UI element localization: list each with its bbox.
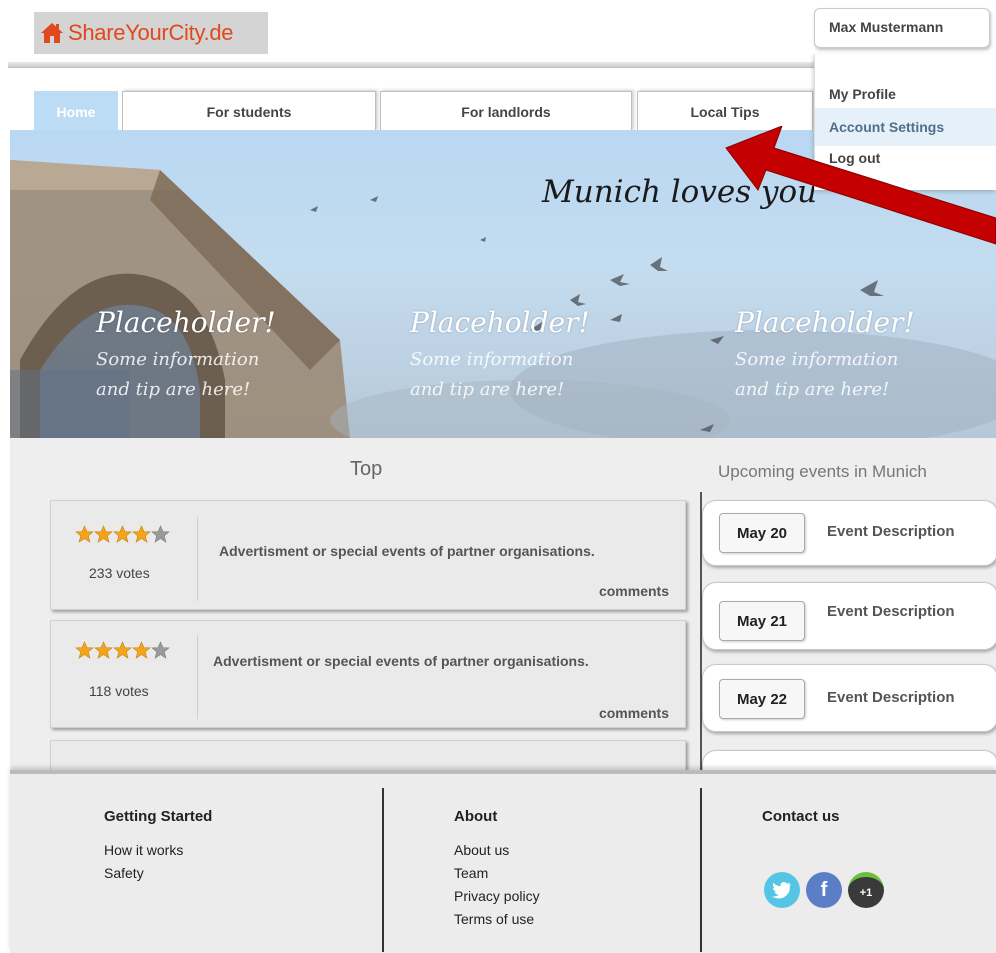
event-description: Event Description (827, 603, 955, 620)
top-card[interactable]: 233 votes Advertisment or special events… (50, 500, 686, 610)
placeholder-line-2: and tip are here! (410, 379, 565, 400)
star-filled-icon (132, 525, 151, 543)
vote-count: 118 votes (89, 683, 149, 699)
star-filled-icon (94, 641, 113, 659)
twitter-icon[interactable] (764, 872, 800, 908)
event-date: May 20 (719, 513, 805, 553)
house-icon (41, 23, 63, 43)
star-filled-icon (132, 641, 151, 659)
twitter-bird-icon (772, 882, 791, 899)
top-section-title: Top (350, 458, 383, 480)
main-content: Top Upcoming events in Munich 233 votes … (10, 438, 996, 770)
placeholder-title: Placeholder! (735, 306, 915, 339)
placeholder-title: Placeholder! (410, 306, 590, 339)
facebook-icon[interactable]: f (806, 872, 842, 908)
footer-link-terms-of-use[interactable]: Terms of use (454, 911, 534, 927)
event-date: May 21 (719, 601, 805, 641)
card-divider (197, 517, 198, 601)
footer-link-team[interactable]: Team (454, 865, 488, 881)
star-filled-icon (113, 641, 132, 659)
tab-home[interactable]: Home (34, 91, 118, 131)
star-filled-icon (75, 641, 94, 659)
footer-link-how-it-works[interactable]: How it works (104, 842, 183, 858)
placeholder-line-1: Some information (735, 349, 899, 370)
footer-contact-title: Contact us (762, 808, 840, 825)
card-text: Advertisment or special events of partne… (219, 543, 595, 559)
hero-placeholder-2: Placeholder! Some information and tip ar… (410, 306, 590, 405)
star-filled-icon (94, 525, 113, 543)
placeholder-line-1: Some information (96, 349, 260, 370)
placeholder-line-2: and tip are here! (735, 379, 890, 400)
events-section-title: Upcoming events in Munich (718, 462, 927, 481)
footer-divider (382, 788, 384, 952)
footer-link-safety[interactable]: Safety (104, 865, 144, 881)
event-item[interactable]: May 22 Event Description (702, 664, 996, 732)
red-arrow-annotation (725, 126, 996, 245)
tab-for-landlords[interactable]: For landlords (380, 91, 632, 131)
card-divider (197, 635, 198, 719)
event-item[interactable] (702, 750, 996, 770)
top-card[interactable]: 118 votes Advertisment or special events… (50, 620, 686, 728)
star-empty-icon (151, 641, 170, 659)
event-date: May 22 (719, 679, 805, 719)
star-empty-icon (151, 525, 170, 543)
tab-local-tips[interactable]: Local Tips (637, 91, 813, 131)
footer-getting-started-title: Getting Started (104, 808, 213, 825)
star-filled-icon (75, 525, 94, 543)
logo-text: ShareYourCity.de (68, 20, 234, 45)
user-menu-button[interactable]: Max Mustermann (814, 8, 990, 48)
vote-count: 233 votes (89, 565, 150, 581)
footer-about-title: About (454, 808, 498, 825)
event-item[interactable]: May 20 Event Description (702, 500, 996, 566)
hero-placeholder-1: Placeholder! Some information and tip ar… (96, 306, 276, 405)
footer-divider (700, 788, 702, 952)
placeholder-line-2: and tip are here! (96, 379, 251, 400)
event-item[interactable]: May 21 Event Description (702, 582, 996, 650)
event-description: Event Description (827, 689, 955, 706)
placeholder-title: Placeholder! (96, 306, 276, 339)
comments-link[interactable]: comments (599, 705, 669, 721)
tab-for-students[interactable]: For students (122, 91, 376, 131)
comments-link[interactable]: comments (599, 583, 669, 599)
menu-item-my-profile[interactable]: My Profile (815, 86, 996, 102)
top-card[interactable] (50, 740, 686, 770)
card-text: Advertisment or special events of partne… (213, 653, 589, 669)
star-rating (75, 525, 170, 543)
footer-link-privacy-policy[interactable]: Privacy policy (454, 888, 540, 904)
hero-placeholder-3: Placeholder! Some information and tip ar… (735, 306, 915, 405)
site-logo[interactable]: ShareYourCity.de (34, 12, 268, 54)
placeholder-line-1: Some information (410, 349, 574, 370)
event-description: Event Description (827, 523, 955, 540)
site-footer: Getting Started How it works Safety Abou… (10, 770, 996, 953)
star-rating (75, 641, 170, 659)
star-filled-icon (113, 525, 132, 543)
footer-link-about-us[interactable]: About us (454, 842, 509, 858)
google-plus-icon[interactable]: +1 (848, 872, 884, 908)
